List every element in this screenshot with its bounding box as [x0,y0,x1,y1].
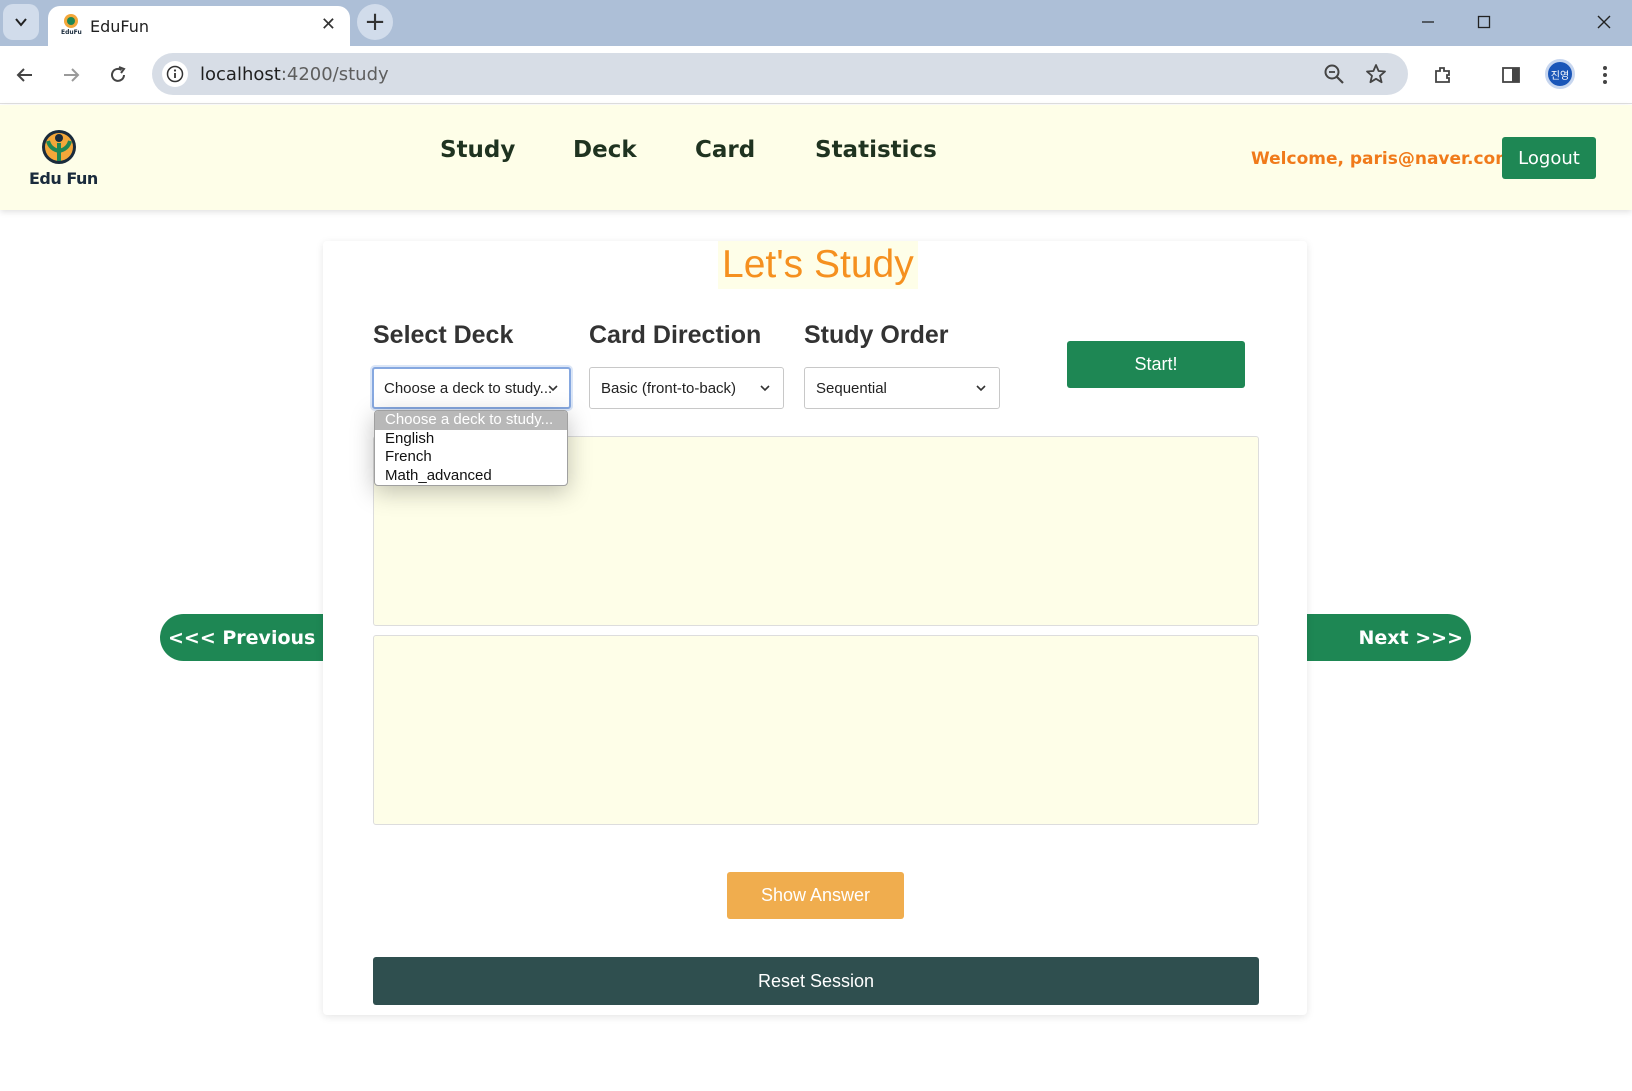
chevron-down-icon [548,385,558,392]
nav-study[interactable]: Study [440,137,515,163]
browser-tab[interactable]: EduFun EduFun ✕ [48,6,350,46]
deck-option[interactable]: French [375,448,567,467]
welcome-message: Welcome, paris@naver.com! [1251,149,1521,169]
nav-card[interactable]: Card [695,137,755,163]
deck-select-value: Choose a deck to study... [384,380,553,397]
minimize-icon[interactable] [1406,6,1450,38]
deck-option[interactable]: Choose a deck to study... [375,411,567,430]
deck-option[interactable]: Math_advanced [375,467,567,486]
profile-avatar[interactable]: 진영 [1545,59,1575,89]
study-panel: Let's Study Select Deck Card Direction S… [323,241,1307,1015]
browser-toolbar: localhost:4200/study 진영 [0,46,1632,104]
maximize-icon[interactable] [1462,6,1506,38]
close-window-icon[interactable] [1582,6,1626,38]
start-button[interactable]: Start! [1067,341,1245,388]
tab-search-button[interactable] [3,4,39,40]
edufun-favicon-icon: EduFun [61,14,82,35]
tab-title: EduFun [90,17,150,36]
logo-text: Edu Fun [29,169,98,188]
zoom-icon[interactable] [1322,62,1346,86]
url-path: :4200/study [280,64,389,85]
url-text: localhost:4200/study [200,64,389,85]
study-order-value: Sequential [816,380,887,397]
forward-icon[interactable] [56,60,86,90]
chevron-down-icon [760,385,770,392]
browser-tab-bar: EduFun EduFun ✕ + [0,0,1632,46]
reset-session-button[interactable]: Reset Session [373,957,1259,1005]
deck-dropdown-list: Choose a deck to study... English French… [374,410,568,486]
tab-close-icon[interactable]: ✕ [321,14,336,35]
reload-icon[interactable] [103,60,133,90]
chevron-down-icon [976,385,986,392]
new-tab-button[interactable]: + [357,4,393,40]
extensions-icon[interactable] [1428,60,1458,90]
deck-option[interactable]: English [375,430,567,449]
page-title: Let's Study [718,241,918,289]
nav-statistics[interactable]: Statistics [815,137,937,163]
study-order-select[interactable]: Sequential [804,367,1000,409]
address-bar[interactable]: localhost:4200/study [152,53,1408,95]
url-host: localhost [200,64,281,85]
select-deck-label: Select Deck [373,321,514,349]
side-panel-icon[interactable] [1496,60,1526,90]
bookmark-star-icon[interactable] [1364,62,1388,86]
card-direction-select[interactable]: Basic (front-to-back) [589,367,784,409]
nav-deck[interactable]: Deck [573,137,637,163]
deck-select[interactable]: Choose a deck to study... [372,367,571,409]
card-direction-label: Card Direction [589,321,762,349]
site-info-icon[interactable] [162,61,188,87]
browser-menu-icon[interactable] [1590,60,1620,90]
card-direction-value: Basic (front-to-back) [601,380,737,397]
study-order-label: Study Order [804,321,949,349]
app-header: Edu Fun Study Deck Card Statistics Welco… [0,105,1632,210]
previous-button[interactable]: <<< Previous [160,614,323,661]
next-button[interactable]: Next >>> [1307,614,1471,661]
logout-button[interactable]: Logout [1502,137,1596,179]
chevron-down-icon [15,18,27,27]
welcome-prefix: Welcome, [1251,149,1344,169]
back-icon[interactable] [10,60,40,90]
card-back-area [373,635,1259,825]
show-answer-button[interactable]: Show Answer [727,872,904,919]
user-email: paris@naver.com! [1349,149,1521,169]
svg-text:EduFun: EduFun [61,29,82,35]
